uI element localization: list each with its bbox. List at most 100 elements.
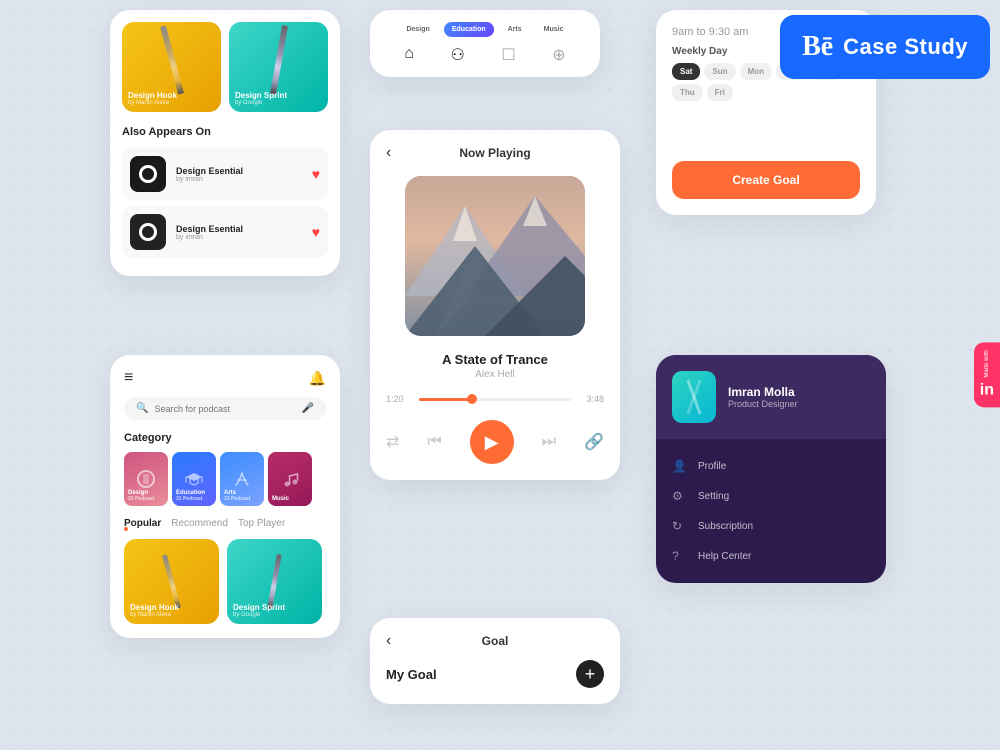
next-button[interactable]: ⏭ bbox=[542, 433, 556, 451]
nav-home-icon[interactable]: ⌂ bbox=[404, 45, 414, 65]
top-left-card: Design Hook by Martin Alexa Design Sprin… bbox=[110, 10, 340, 276]
sidebar-menu: 👤 Profile ⚙ Setting ↻ Subscription ? Hel… bbox=[656, 439, 886, 583]
help-menu-label: Help Center bbox=[698, 551, 751, 562]
nav-inbox-icon[interactable]: ☐ bbox=[501, 45, 515, 65]
made-with-text: Made with bbox=[984, 350, 990, 377]
category-design[interactable]: Design20 Podcast bbox=[124, 452, 168, 506]
tabs-row: Popular Recommend Top Player bbox=[124, 518, 326, 529]
design-item-info-2: Design Esential by imran bbox=[176, 224, 302, 241]
setting-icon: ⚙ bbox=[672, 489, 688, 503]
profile-sidebar-card: Imran Molla Product Designer 👤 Profile ⚙… bbox=[656, 355, 886, 583]
album-label-design-hook: Design Hook by Martin Alexa bbox=[128, 91, 177, 106]
design-icon-2 bbox=[130, 214, 166, 250]
heart-button-1[interactable]: ♥ bbox=[312, 166, 320, 182]
album-title: Design Hook bbox=[128, 91, 177, 100]
design-item-2[interactable]: Design Esential by imran ♥ bbox=[122, 206, 328, 258]
music-player-card: ‹ Now Playing bbox=[370, 130, 620, 480]
shuffle-button[interactable]: ⇄ bbox=[386, 432, 399, 452]
day-chip-sat[interactable]: Sat bbox=[672, 63, 700, 80]
create-goal-button[interactable]: Create Goal bbox=[672, 161, 860, 199]
cat-education-label: Education31 Podcast bbox=[176, 490, 205, 502]
my-goal-text: My Goal bbox=[386, 667, 437, 682]
progress-track[interactable] bbox=[419, 398, 571, 401]
menu-icon[interactable]: ≡ bbox=[124, 369, 133, 387]
previous-button[interactable]: ⏮ bbox=[427, 433, 441, 451]
pencil-icon bbox=[160, 25, 184, 94]
made-with-invision: Made with in bbox=[974, 342, 1000, 407]
goal-back-button[interactable]: ‹ bbox=[386, 632, 391, 650]
album-label-design-sprint: Design Sprint by Google bbox=[235, 91, 287, 106]
subscription-icon: ↻ bbox=[672, 519, 688, 533]
search-input[interactable] bbox=[154, 404, 295, 414]
tab-top-player[interactable]: Top Player bbox=[238, 518, 285, 529]
goal-card: ‹ Goal My Goal + bbox=[370, 618, 620, 704]
search-bar[interactable]: 🔍 🎤 bbox=[124, 397, 326, 420]
nav-chip-education[interactable]: Education bbox=[444, 22, 494, 37]
profile-icon: 👤 bbox=[672, 459, 688, 473]
behance-text: Case Study bbox=[843, 34, 968, 60]
mic-icon[interactable]: 🎤 bbox=[302, 403, 314, 414]
podcast-album-title-1: Design Hook bbox=[130, 603, 179, 612]
day-chip-mon[interactable]: Mon bbox=[740, 63, 772, 80]
play-button[interactable]: ▶ bbox=[470, 420, 514, 464]
podcast-album-label-1: Design Hook by Martin Alexa bbox=[130, 603, 179, 618]
album-art bbox=[405, 176, 585, 336]
day-chip-thu[interactable]: Thu bbox=[672, 84, 703, 101]
nav-settings-icon[interactable]: ⊕ bbox=[552, 45, 565, 65]
podcast-album-design-hook[interactable]: Design Hook by Martin Alexa bbox=[124, 539, 219, 624]
category-education[interactable]: Education31 Podcast bbox=[172, 452, 216, 506]
album-row: Design Hook by Martin Alexa Design Sprin… bbox=[122, 22, 328, 112]
bell-icon[interactable]: 🔔 bbox=[309, 370, 326, 387]
player-now-playing-title: Now Playing bbox=[459, 146, 530, 160]
nav-chip-design[interactable]: Design bbox=[398, 22, 437, 37]
progress-bar: 1:20 3:48 bbox=[386, 394, 604, 404]
tab-popular[interactable]: Popular bbox=[124, 518, 161, 529]
category-grid: Design20 Podcast Education31 Podcast Art… bbox=[124, 452, 326, 506]
design-icon-1 bbox=[130, 156, 166, 192]
sidebar-item-setting[interactable]: ⚙ Setting bbox=[672, 481, 870, 511]
album-thumb-design-sprint[interactable]: Design Sprint by Google bbox=[229, 22, 328, 112]
design-item-author-2: by imran bbox=[176, 234, 302, 241]
cat-music-label: Music bbox=[272, 496, 289, 502]
day-chip-fri[interactable]: Fri bbox=[707, 84, 733, 101]
category-label: Category bbox=[124, 432, 326, 444]
track-name: A State of Trance bbox=[386, 352, 604, 367]
podcast-album-label-2: Design Sprint by Google bbox=[233, 603, 285, 618]
add-goal-button[interactable]: + bbox=[576, 660, 604, 688]
sidebar-item-profile[interactable]: 👤 Profile bbox=[672, 451, 870, 481]
tab-recommend[interactable]: Recommend bbox=[171, 518, 228, 529]
podcast-album-design-sprint[interactable]: Design Sprint by Google bbox=[227, 539, 322, 624]
design-item-1[interactable]: Design Esential by imran ♥ bbox=[122, 148, 328, 200]
progress-fill bbox=[419, 398, 472, 401]
also-appears-label: Also Appears On bbox=[122, 126, 328, 138]
category-music[interactable]: Music bbox=[268, 452, 312, 506]
progress-dot[interactable] bbox=[467, 394, 477, 404]
day-chip-sun[interactable]: Sun bbox=[704, 63, 735, 80]
design-item-name-2: Design Esential bbox=[176, 224, 302, 234]
nav-chip-music[interactable]: Music bbox=[536, 22, 572, 37]
heart-button-2[interactable]: ♥ bbox=[312, 224, 320, 240]
profile-info: Imran Molla Product Designer bbox=[728, 385, 798, 409]
profile-name: Imran Molla bbox=[728, 385, 798, 399]
subscription-menu-label: Subscription bbox=[698, 521, 753, 532]
category-arts[interactable]: Arts13 Podcast bbox=[220, 452, 264, 506]
cat-design-label: Design20 Podcast bbox=[128, 490, 154, 502]
nav-category-icon[interactable]: ⚇ bbox=[450, 45, 464, 65]
sidebar-item-help[interactable]: ? Help Center bbox=[672, 541, 870, 571]
repeat-button[interactable]: 🔗 bbox=[584, 432, 604, 452]
profile-menu-label: Profile bbox=[698, 461, 726, 472]
album-subtitle-2: by Google bbox=[235, 100, 287, 106]
setting-menu-label: Setting bbox=[698, 491, 729, 502]
album-title-2: Design Sprint bbox=[235, 91, 287, 100]
sidebar-item-subscription[interactable]: ↻ Subscription bbox=[672, 511, 870, 541]
nav-chip-arts[interactable]: Arts bbox=[500, 22, 530, 37]
player-controls: ⇄ ⏮ ▶ ⏭ 🔗 bbox=[386, 420, 604, 464]
goal-header: ‹ Goal bbox=[386, 634, 604, 648]
podcast-album-author-1: by Martin Alexa bbox=[130, 612, 179, 618]
podcast-album-title-2: Design Sprint bbox=[233, 603, 285, 612]
profile-header: Imran Molla Product Designer bbox=[656, 355, 886, 439]
album-thumb-design-hook[interactable]: Design Hook by Martin Alexa bbox=[122, 22, 221, 112]
player-back-button[interactable]: ‹ bbox=[386, 144, 391, 162]
podcast-card: ≡ 🔔 🔍 🎤 Category Design20 Podcast Educat… bbox=[110, 355, 340, 638]
search-icon: 🔍 bbox=[136, 403, 148, 414]
